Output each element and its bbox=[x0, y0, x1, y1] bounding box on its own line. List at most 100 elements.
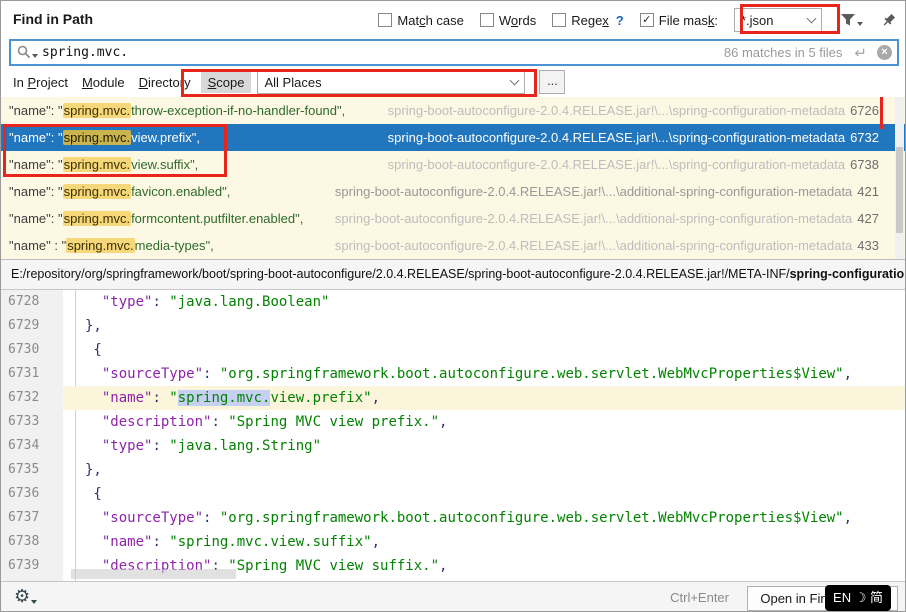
result-row[interactable]: "name": "spring.mvc.formcontent.putfilte… bbox=[1, 205, 905, 232]
horizontal-scrollbar[interactable] bbox=[71, 569, 236, 579]
option-words[interactable]: Words bbox=[480, 13, 536, 28]
search-options: Match case Words Regex? ✓ File mask: *.json bbox=[378, 7, 897, 33]
result-row[interactable]: "name": "spring.mvc.favicon.enabled",spr… bbox=[1, 178, 905, 205]
line-number: 6736 bbox=[8, 482, 63, 506]
shortcut-hint: Ctrl+Enter bbox=[670, 590, 729, 605]
code-line: 6738 "name": "spring.mvc.view.suffix", bbox=[1, 530, 905, 554]
code-text: "description": "Spring MVC view prefix."… bbox=[85, 410, 447, 434]
match-count-status: 86 matches in 5 files bbox=[724, 45, 843, 60]
file-mask-combo[interactable]: *.json bbox=[734, 8, 822, 32]
scope-mode-directory[interactable]: Directory bbox=[139, 75, 191, 90]
caret-down-icon bbox=[32, 54, 38, 58]
line-number: 6734 bbox=[8, 434, 63, 458]
line-number: 6738 bbox=[8, 530, 63, 554]
code-line: 6733 "description": "Spring MVC view pre… bbox=[1, 410, 905, 434]
scope-mode-scope[interactable]: Scope bbox=[201, 72, 252, 93]
result-snippet: "name": "spring.mvc.throw-exception-if-n… bbox=[9, 103, 345, 118]
result-snippet: "name": "spring.mvc.view.prefix", bbox=[9, 130, 200, 145]
enter-icon: ↵ bbox=[854, 44, 867, 62]
code-text: { bbox=[85, 338, 102, 362]
scrollbar-thumb[interactable] bbox=[896, 147, 903, 233]
line-number: 6735 bbox=[8, 458, 63, 482]
match-highlight: spring.mvc. bbox=[63, 211, 131, 226]
dialog-titlebar: Find in Path Match case Words Regex? ✓ File … bbox=[1, 1, 905, 37]
result-snippet: "name" : "spring.mvc.media-types", bbox=[9, 238, 214, 253]
line-number: 6732 bbox=[8, 386, 63, 410]
scope-browse-button[interactable]: ... bbox=[539, 70, 565, 94]
result-snippet: "name": "spring.mvc.favicon.enabled", bbox=[9, 184, 230, 199]
result-location: spring-boot-autoconfigure-2.0.4.RELEASE.… bbox=[315, 211, 879, 226]
option-match-case[interactable]: Match case bbox=[378, 13, 463, 28]
pin-button[interactable] bbox=[881, 12, 897, 28]
scope-mode-module[interactable]: Module bbox=[82, 75, 125, 90]
result-location: spring-boot-autoconfigure-2.0.4.RELEASE.… bbox=[315, 184, 879, 199]
option-file-mask[interactable]: ✓ File mask: bbox=[640, 13, 718, 28]
result-row[interactable]: "name": "spring.mvc.view.suffix", spring-… bbox=[1, 151, 905, 178]
code-preview-editor[interactable]: 6728 "type": "java.lang.Boolean"6729},67… bbox=[1, 290, 905, 581]
code-text: "name": "spring.mvc.view.prefix", bbox=[85, 386, 380, 410]
code-text: "type": "java.lang.Boolean" bbox=[85, 290, 329, 314]
code-lines: 6728 "type": "java.lang.Boolean"6729},67… bbox=[1, 290, 905, 578]
chevron-down-icon bbox=[510, 76, 520, 86]
search-field[interactable]: 86 matches in 5 files ↵ × bbox=[9, 39, 899, 66]
caret-down-icon bbox=[31, 600, 37, 604]
search-input[interactable] bbox=[42, 45, 724, 60]
scope-mode-in-project[interactable]: In Project bbox=[13, 75, 68, 90]
option-label: Regex bbox=[571, 13, 609, 28]
result-row[interactable]: "name": "spring.mvc.throw-exception-if-n… bbox=[1, 97, 905, 124]
line-number: 6733 bbox=[8, 410, 63, 434]
code-line: 6735}, bbox=[1, 458, 905, 482]
path-prefix: E:/repository/org/springframework/boot/s… bbox=[11, 267, 790, 281]
scope-combo[interactable]: All Places bbox=[257, 70, 525, 94]
dialog-title: Find in Path bbox=[13, 11, 93, 27]
code-line: 6728 "type": "java.lang.Boolean" bbox=[1, 290, 905, 314]
filter-button[interactable] bbox=[840, 13, 863, 27]
settings-button[interactable]: ⚙ bbox=[14, 586, 37, 607]
result-row[interactable]: "name" : "spring.mvc.media-types",spring… bbox=[1, 232, 905, 259]
code-text: }, bbox=[85, 314, 102, 338]
code-line-current: 6732 "name": "spring.mvc.view.prefix", bbox=[1, 386, 905, 410]
option-regex[interactable]: Regex? bbox=[552, 13, 624, 28]
results-list: "name": "spring.mvc.throw-exception-if-n… bbox=[1, 97, 905, 259]
gear-icon: ⚙ bbox=[14, 586, 30, 607]
clear-search-button[interactable]: × bbox=[877, 45, 892, 60]
option-label: Words bbox=[499, 13, 536, 28]
code-text: "type": "java.lang.String" bbox=[85, 434, 321, 458]
checkbox-unchecked[interactable] bbox=[378, 13, 392, 27]
checkbox-checked[interactable]: ✓ bbox=[640, 13, 654, 27]
find-in-path-dialog: Find in Path Match case Words Regex? ✓ File … bbox=[0, 0, 906, 612]
code-text: "name": "spring.mvc.view.suffix", bbox=[85, 530, 380, 554]
match-highlight: spring.mvc. bbox=[63, 184, 131, 199]
pin-icon bbox=[881, 12, 897, 28]
code-text: }, bbox=[85, 458, 102, 482]
line-number: 6729 bbox=[8, 314, 63, 338]
scope-row: In Project Module Directory Scope All Place… bbox=[1, 67, 905, 97]
result-row[interactable]: "name": "spring.mvc.view.prefix", spring-… bbox=[1, 124, 905, 151]
result-snippet: "name": "spring.mvc.view.suffix", bbox=[9, 157, 198, 172]
code-text: "sourceType": "org.springframework.boot.… bbox=[85, 362, 852, 386]
match-highlight: spring.mvc. bbox=[63, 157, 131, 172]
option-label: File mask: bbox=[659, 13, 718, 28]
line-number: 6739 bbox=[8, 554, 63, 578]
results-scrollbar[interactable] bbox=[895, 97, 904, 259]
ime-indicator: EN ☽ 简 bbox=[825, 585, 891, 611]
path-filename: spring-configuration-metada bbox=[790, 267, 905, 281]
preview-file-path: E:/repository/org/springframework/boot/s… bbox=[1, 259, 905, 290]
result-location: spring-boot-autoconfigure-2.0.4.RELEASE.… bbox=[368, 103, 879, 118]
file-mask-value: *.json bbox=[741, 13, 774, 28]
code-text: "sourceType": "org.springframework.boot.… bbox=[85, 506, 852, 530]
checkbox-unchecked[interactable] bbox=[552, 13, 566, 27]
dialog-footer: ⚙ Ctrl+Enter Open in Find Window EN ☽ 简 bbox=[1, 581, 905, 612]
code-line: 6734 "type": "java.lang.String" bbox=[1, 434, 905, 458]
result-location: spring-boot-autoconfigure-2.0.4.RELEASE.… bbox=[368, 157, 879, 172]
code-line: 6736 { bbox=[1, 482, 905, 506]
regex-help-link[interactable]: ? bbox=[616, 13, 624, 28]
code-text: { bbox=[85, 482, 102, 506]
scope-value: All Places bbox=[264, 75, 321, 90]
option-label: Match case bbox=[397, 13, 463, 28]
result-location: spring-boot-autoconfigure-2.0.4.RELEASE.… bbox=[368, 130, 879, 145]
match-highlight: spring.mvc. bbox=[66, 238, 134, 253]
line-number: 6728 bbox=[8, 290, 63, 314]
search-history-button[interactable] bbox=[11, 45, 42, 61]
checkbox-unchecked[interactable] bbox=[480, 13, 494, 27]
